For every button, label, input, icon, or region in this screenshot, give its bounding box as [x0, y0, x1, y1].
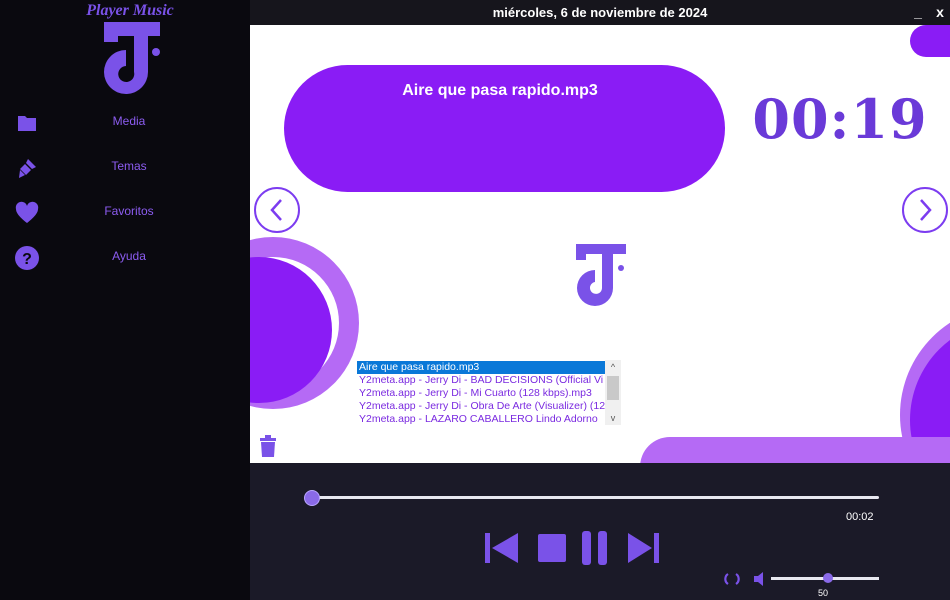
chevron-right-icon	[920, 199, 932, 221]
scrollbar-thumb[interactable]	[607, 376, 619, 400]
sidebar-item-label: Favoritos	[104, 204, 154, 218]
close-button[interactable]: x	[931, 3, 949, 21]
sidebar-item-temas[interactable]: Temas	[0, 147, 250, 187]
volume-icon[interactable]	[753, 571, 765, 587]
trash-icon[interactable]	[259, 435, 277, 457]
date-label: miércoles, 6 de noviembre de 2024	[492, 5, 708, 20]
playlist-item[interactable]: Y2meta.app - Jerry Di - BAD DECISIONS (O…	[357, 374, 606, 387]
next-page-button[interactable]	[902, 187, 948, 233]
app-logo-icon	[104, 22, 160, 94]
previous-track-button[interactable]	[484, 531, 520, 565]
sidebar-item-favoritos[interactable]: Favoritos	[0, 192, 250, 232]
progress-track[interactable]	[312, 496, 879, 499]
app-title: Player Music	[86, 2, 174, 19]
scroll-down-icon[interactable]: v	[605, 411, 621, 425]
playback-controls: 00:02 50	[250, 463, 950, 600]
title-bar: miércoles, 6 de noviembre de 2024 _ x	[250, 0, 950, 25]
repeat-icon[interactable]	[724, 572, 740, 586]
time-display: 00:19	[752, 87, 928, 151]
sidebar-item-label: Temas	[111, 159, 147, 173]
main-panel: Aire que pasa rapido.mp3 00:19 Aire que …	[250, 25, 950, 463]
chevron-left-icon	[270, 199, 282, 221]
stop-button[interactable]	[537, 533, 567, 563]
sidebar-item-label: Ayuda	[112, 249, 146, 263]
progress-knob[interactable]	[304, 490, 320, 506]
now-playing-banner: Aire que pasa rapido.mp3	[284, 65, 725, 192]
sidebar-item-media[interactable]: Media	[0, 102, 250, 142]
center-logo-icon	[576, 244, 626, 306]
sidebar: Player Music Media Temas Favoritos ? Ayu…	[0, 0, 250, 600]
previous-page-button[interactable]	[254, 187, 300, 233]
playlist-item[interactable]: Y2meta.app - Jerry Di - Mi Cuarto (128 k…	[357, 387, 606, 400]
playlist-item[interactable]: Aire que pasa rapido.mp3	[357, 361, 606, 374]
volume-value: 50	[818, 588, 829, 598]
volume-knob[interactable]	[823, 573, 833, 583]
pause-button[interactable]	[580, 530, 610, 566]
sidebar-item-ayuda[interactable]: ? Ayuda	[0, 237, 250, 277]
sidebar-item-label: Media	[112, 114, 146, 128]
next-track-button[interactable]	[626, 531, 660, 565]
scroll-up-icon[interactable]: ^	[605, 360, 621, 374]
elapsed-time: 00:02	[846, 511, 874, 523]
minimize-button[interactable]: _	[909, 3, 927, 21]
playlist-scrollbar[interactable]: ^ v	[605, 360, 621, 425]
playlist-item[interactable]: Y2meta.app - Jerry Di - Obra De Arte (Vi…	[357, 400, 606, 413]
current-song-title: Aire que pasa rapido.mp3	[402, 82, 598, 99]
playlist[interactable]: Aire que pasa rapido.mp3 Y2meta.app - Je…	[357, 360, 621, 425]
playlist-item[interactable]: Y2meta.app - LAZARO CABALLERO Lindo Ador…	[357, 413, 606, 425]
